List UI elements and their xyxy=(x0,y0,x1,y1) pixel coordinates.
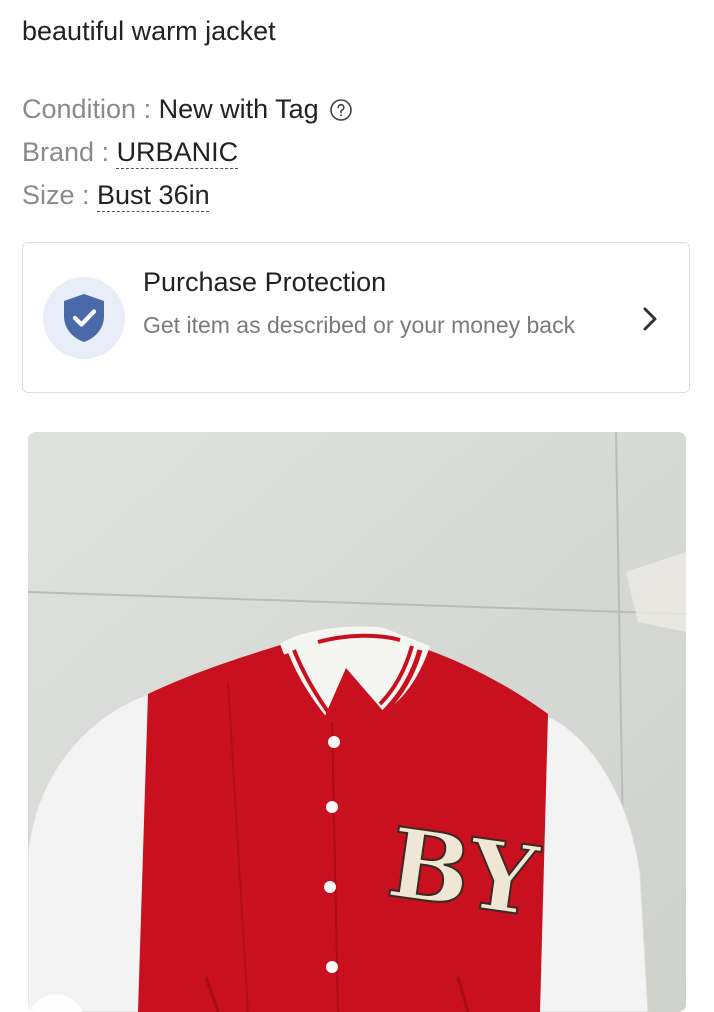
jacket-image: BY xyxy=(28,432,686,1012)
chevron-right-icon[interactable] xyxy=(639,305,661,333)
shield-check-icon xyxy=(64,294,104,342)
protection-subtitle: Get item as described or your money back xyxy=(143,312,576,338)
protection-title: Purchase Protection xyxy=(143,267,387,297)
help-circle-icon[interactable] xyxy=(329,98,353,122)
condition-label: Condition : xyxy=(22,94,159,124)
condition-value: New with Tag xyxy=(158,94,319,124)
size-row: Size : Bust 36in xyxy=(22,174,353,217)
product-attributes: Condition : New with Tag Brand : URBANIC… xyxy=(22,88,353,217)
product-description: beautiful warm jacket xyxy=(22,16,276,46)
jacket-patch-text: BY xyxy=(382,806,546,939)
purchase-protection-card[interactable]: Purchase Protection Get item as describe… xyxy=(22,242,690,393)
shield-badge xyxy=(43,277,125,359)
brand-link[interactable]: URBANIC xyxy=(117,137,239,168)
brand-row: Brand : URBANIC xyxy=(22,131,353,174)
product-photo[interactable]: BY xyxy=(28,432,686,1012)
condition-row: Condition : New with Tag xyxy=(22,88,353,131)
brand-label: Brand : xyxy=(22,137,117,167)
size-label: Size : xyxy=(22,180,98,210)
size-link[interactable]: Bust 36in xyxy=(97,180,210,211)
